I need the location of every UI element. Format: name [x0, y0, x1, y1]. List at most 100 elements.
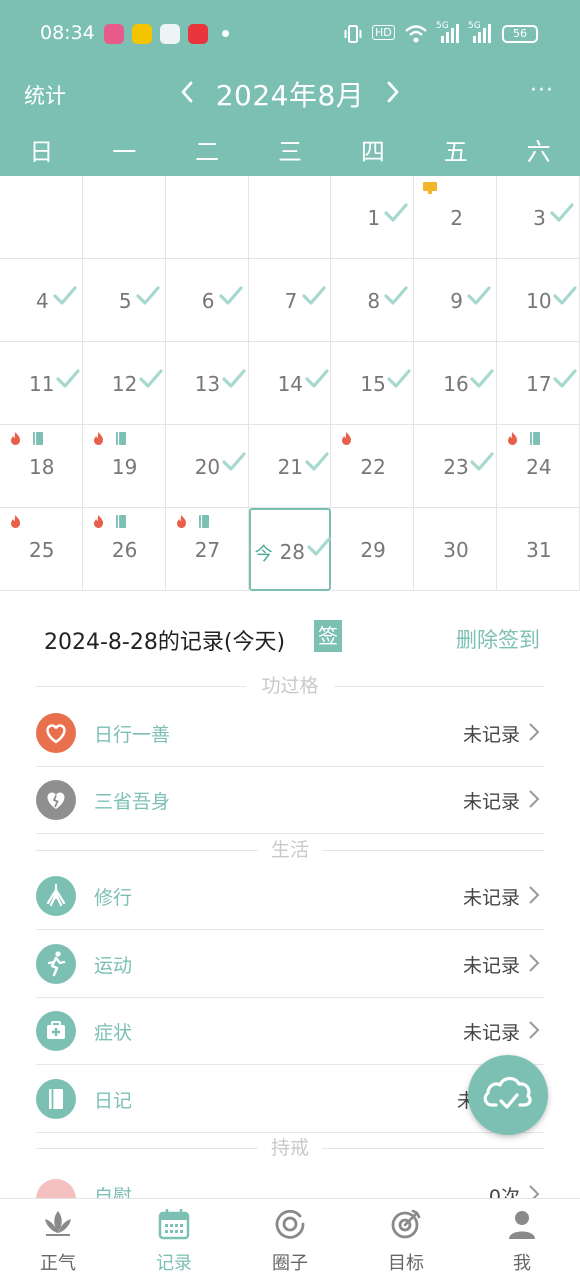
day-markers: [339, 431, 354, 450]
prev-month-icon[interactable]: [176, 80, 200, 104]
next-month-icon[interactable]: [380, 80, 404, 104]
signed-badge: 签: [314, 620, 342, 652]
day-markers: [91, 514, 128, 533]
day-number: 9: [450, 289, 464, 313]
calendar-day-21[interactable]: 21: [248, 425, 332, 508]
calendar-day-7[interactable]: 7: [248, 259, 332, 342]
calendar-icon: [158, 1209, 190, 1240]
calendar-day-22[interactable]: 22: [331, 425, 415, 508]
calendar-day-30[interactable]: 30: [414, 508, 498, 591]
calendar-day-6[interactable]: 6: [165, 259, 249, 342]
calendar-day-4[interactable]: 4: [0, 259, 83, 342]
hd-indicator: HD: [372, 25, 395, 40]
tab-mubiao[interactable]: 目标: [348, 1199, 464, 1276]
more-notifications-dot: [222, 30, 229, 37]
day-number: 4: [36, 289, 49, 313]
calendar-day-27[interactable]: 27: [165, 508, 249, 591]
circle-icon: [275, 1209, 305, 1239]
row-value: 未记录: [462, 887, 520, 909]
day-number: 2: [450, 206, 464, 230]
row-xiuxing[interactable]: 修行 未记录: [36, 863, 544, 930]
more-menu-button[interactable]: ···: [530, 78, 554, 103]
row-value: 未记录: [462, 791, 520, 813]
calendar-day-17[interactable]: 17: [497, 342, 580, 425]
calendar-day-28[interactable]: 28 今: [248, 508, 332, 591]
calendar-day-15[interactable]: 15: [331, 342, 415, 425]
calendar-day-12[interactable]: 12: [82, 342, 166, 425]
tab-label: 记录: [156, 1253, 192, 1274]
calendar-day-11[interactable]: 11: [0, 342, 83, 425]
medical-kit-icon: [36, 1011, 76, 1051]
delete-checkin-button[interactable]: 删除签到: [456, 624, 540, 654]
day-number: 28: [279, 540, 306, 564]
calendar-day-1[interactable]: 1: [331, 176, 415, 259]
signal-icon: [473, 24, 491, 43]
month-calendar: 1 2 3 4 5 6 7 8 9 10 11 12 13 14 15 16 17 18 19 20 21 22 23 24 2…: [0, 176, 580, 591]
status-bar: 08:34 HD 5G 5G 56: [0, 0, 580, 68]
tab-wo[interactable]: 我: [464, 1199, 580, 1276]
day-number: 15: [360, 372, 386, 396]
day-number: 24: [526, 455, 552, 479]
check-icon: [549, 200, 575, 226]
fire-icon: [8, 431, 23, 450]
calendar-day-5[interactable]: 5: [82, 259, 166, 342]
day-markers: [505, 431, 542, 450]
tab-quanzi[interactable]: 圈子: [232, 1199, 348, 1276]
calendar-day-10[interactable]: 10: [497, 259, 580, 342]
calendar-day-25[interactable]: 25: [0, 508, 83, 591]
calendar-day-13[interactable]: 13: [165, 342, 249, 425]
person-icon: [509, 1211, 535, 1239]
tab-label: 圈子: [272, 1253, 308, 1274]
app-header: 统计 2024年8月 ···: [0, 68, 580, 126]
check-icon: [52, 283, 78, 309]
day-markers: [91, 431, 128, 450]
day-number: 1: [367, 206, 381, 230]
check-icon: [301, 283, 327, 309]
row-rixingyishan[interactable]: 日行一善 未记录: [36, 700, 544, 767]
calendar-day-26[interactable]: 26: [82, 508, 166, 591]
day-number: 29: [360, 538, 386, 562]
calendar-day-9[interactable]: 9: [414, 259, 498, 342]
row-yundong[interactable]: 运动 未记录: [36, 931, 544, 998]
fire-icon: [505, 431, 520, 450]
day-number: 21: [277, 455, 304, 479]
day-number: 6: [201, 289, 215, 313]
signal-icon: [441, 24, 459, 43]
chevron-right-icon: [529, 1021, 540, 1039]
check-icon: [218, 283, 244, 309]
book-icon: [114, 514, 128, 533]
book-icon: [528, 431, 542, 450]
calendar-day-3[interactable]: 3: [497, 176, 580, 259]
day-number: 17: [526, 372, 552, 396]
day-number: 11: [29, 372, 55, 396]
calendar-day-31[interactable]: 31: [497, 508, 580, 591]
cloud-sync-button[interactable]: [468, 1055, 548, 1135]
tab-zhengqi[interactable]: 正气: [0, 1199, 116, 1276]
row-value: 未记录: [462, 1022, 520, 1044]
check-icon: [386, 366, 412, 392]
row-sanxingwushen[interactable]: 三省吾身 未记录: [36, 767, 544, 834]
calendar-day-20[interactable]: 20: [165, 425, 249, 508]
fire-icon: [91, 514, 106, 533]
calendar-day-16[interactable]: 16: [414, 342, 498, 425]
check-icon: [469, 449, 495, 475]
calendar-day-2[interactable]: 2: [414, 176, 498, 259]
calendar-day-19[interactable]: 19: [82, 425, 166, 508]
lotus-icon: [45, 1211, 71, 1236]
chevron-right-icon: [529, 723, 540, 741]
check-icon: [138, 366, 164, 392]
weekday-label: 四: [360, 138, 385, 166]
section-divider-chijie: 持戒: [36, 1138, 544, 1158]
check-icon: [383, 200, 409, 226]
calendar-day-23[interactable]: 23: [414, 425, 498, 508]
book-icon: [114, 431, 128, 450]
tab-jilu[interactable]: 记录: [116, 1199, 232, 1276]
calendar-day-29[interactable]: 29: [331, 508, 415, 591]
fire-icon: [91, 431, 106, 450]
calendar-day-24[interactable]: 24: [497, 425, 580, 508]
calendar-day-18[interactable]: 18: [0, 425, 83, 508]
calendar-day-14[interactable]: 14: [248, 342, 332, 425]
calendar-day-8[interactable]: 8: [331, 259, 415, 342]
day-number: 3: [533, 206, 546, 230]
check-icon: [304, 366, 330, 392]
